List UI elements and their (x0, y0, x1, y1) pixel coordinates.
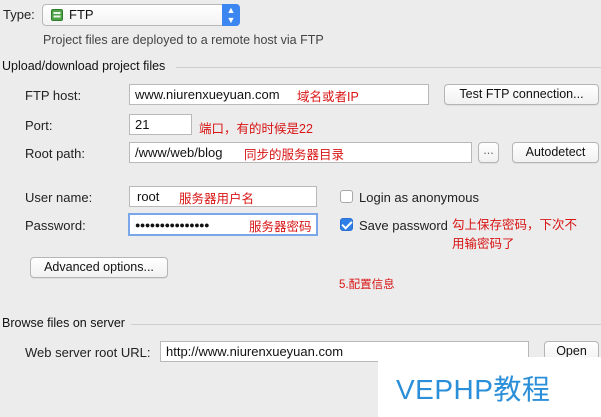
port-label: Port: (25, 118, 53, 133)
password-annotation: 服务器密码 (249, 220, 312, 234)
ftp-host-value: www.niurenxueyuan.com (135, 87, 280, 102)
watermark-box: VEPHP教程 (378, 357, 601, 417)
type-select[interactable]: FTP ▲ ▼ (42, 4, 240, 26)
user-name-annotation: 服务器用户名 (179, 192, 255, 206)
ftp-server-icon (51, 9, 63, 21)
type-description: Project files are deployed to a remote h… (43, 33, 324, 47)
ftp-host-annotation: 域名或者IP (297, 90, 359, 104)
chevron-updown-icon: ▲ ▼ (222, 4, 240, 26)
user-name-value: root (137, 189, 160, 204)
password-label: Password: (25, 218, 86, 233)
root-path-label: Root path: (25, 146, 85, 161)
save-password-annotation-line1: 勾上保存密码，下次不 (452, 218, 578, 232)
test-ftp-connection-button[interactable]: Test FTP connection... (444, 84, 599, 105)
port-annotation: 端口，有的时候是22 (199, 122, 313, 136)
web-root-label: Web server root URL: (25, 345, 151, 360)
ftp-host-label: FTP host: (25, 88, 82, 103)
login-anonymous-label[interactable]: Login as anonymous (359, 190, 479, 205)
root-path-annotation: 同步的服务器目录 (244, 148, 345, 162)
login-anonymous-checkbox[interactable] (340, 190, 353, 203)
save-password-checkbox[interactable] (340, 218, 353, 231)
password-value: ●●●●●●●●●●●●●●● (135, 220, 210, 230)
advanced-options-button[interactable]: Advanced options... (30, 257, 168, 278)
browse-section-divider (131, 324, 601, 325)
type-select-value: FTP (69, 7, 94, 22)
upload-section-divider (176, 67, 601, 68)
port-field[interactable]: 21 (129, 114, 192, 135)
browse-path-button[interactable]: ... (478, 142, 499, 163)
root-path-value: /www/web/blog (135, 145, 223, 160)
config-note: 5.配置信息 (339, 279, 395, 291)
user-name-label: User name: (25, 190, 93, 205)
autodetect-button[interactable]: Autodetect (512, 142, 599, 163)
port-value: 21 (135, 117, 150, 132)
web-root-value: http://www.niurenxueyuan.com (166, 344, 344, 359)
upload-section-title: Upload/download project files (2, 59, 166, 73)
watermark-text: VEPHP教程 (396, 374, 551, 405)
save-password-label[interactable]: Save password (359, 218, 448, 233)
type-label: Type: (3, 7, 35, 22)
browse-section-title: Browse files on server (2, 316, 125, 330)
ftp-host-field[interactable]: www.niurenxueyuan.com (129, 84, 429, 105)
save-password-annotation-line2: 用输密码了 (452, 237, 515, 251)
